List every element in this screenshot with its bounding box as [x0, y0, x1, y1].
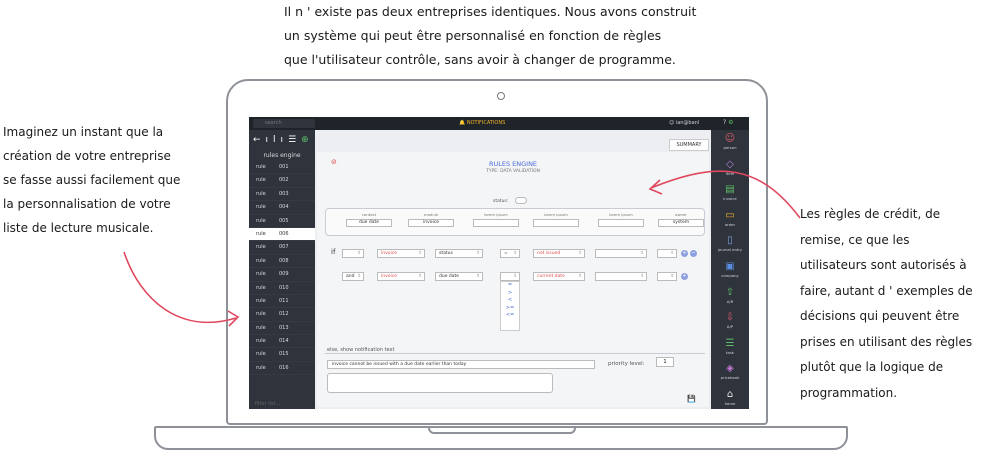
left-arrow: [123, 251, 237, 324]
right-arrowhead: [648, 179, 663, 195]
annotation-arrows: [123, 170, 801, 327]
right-arrow: [650, 170, 801, 219]
